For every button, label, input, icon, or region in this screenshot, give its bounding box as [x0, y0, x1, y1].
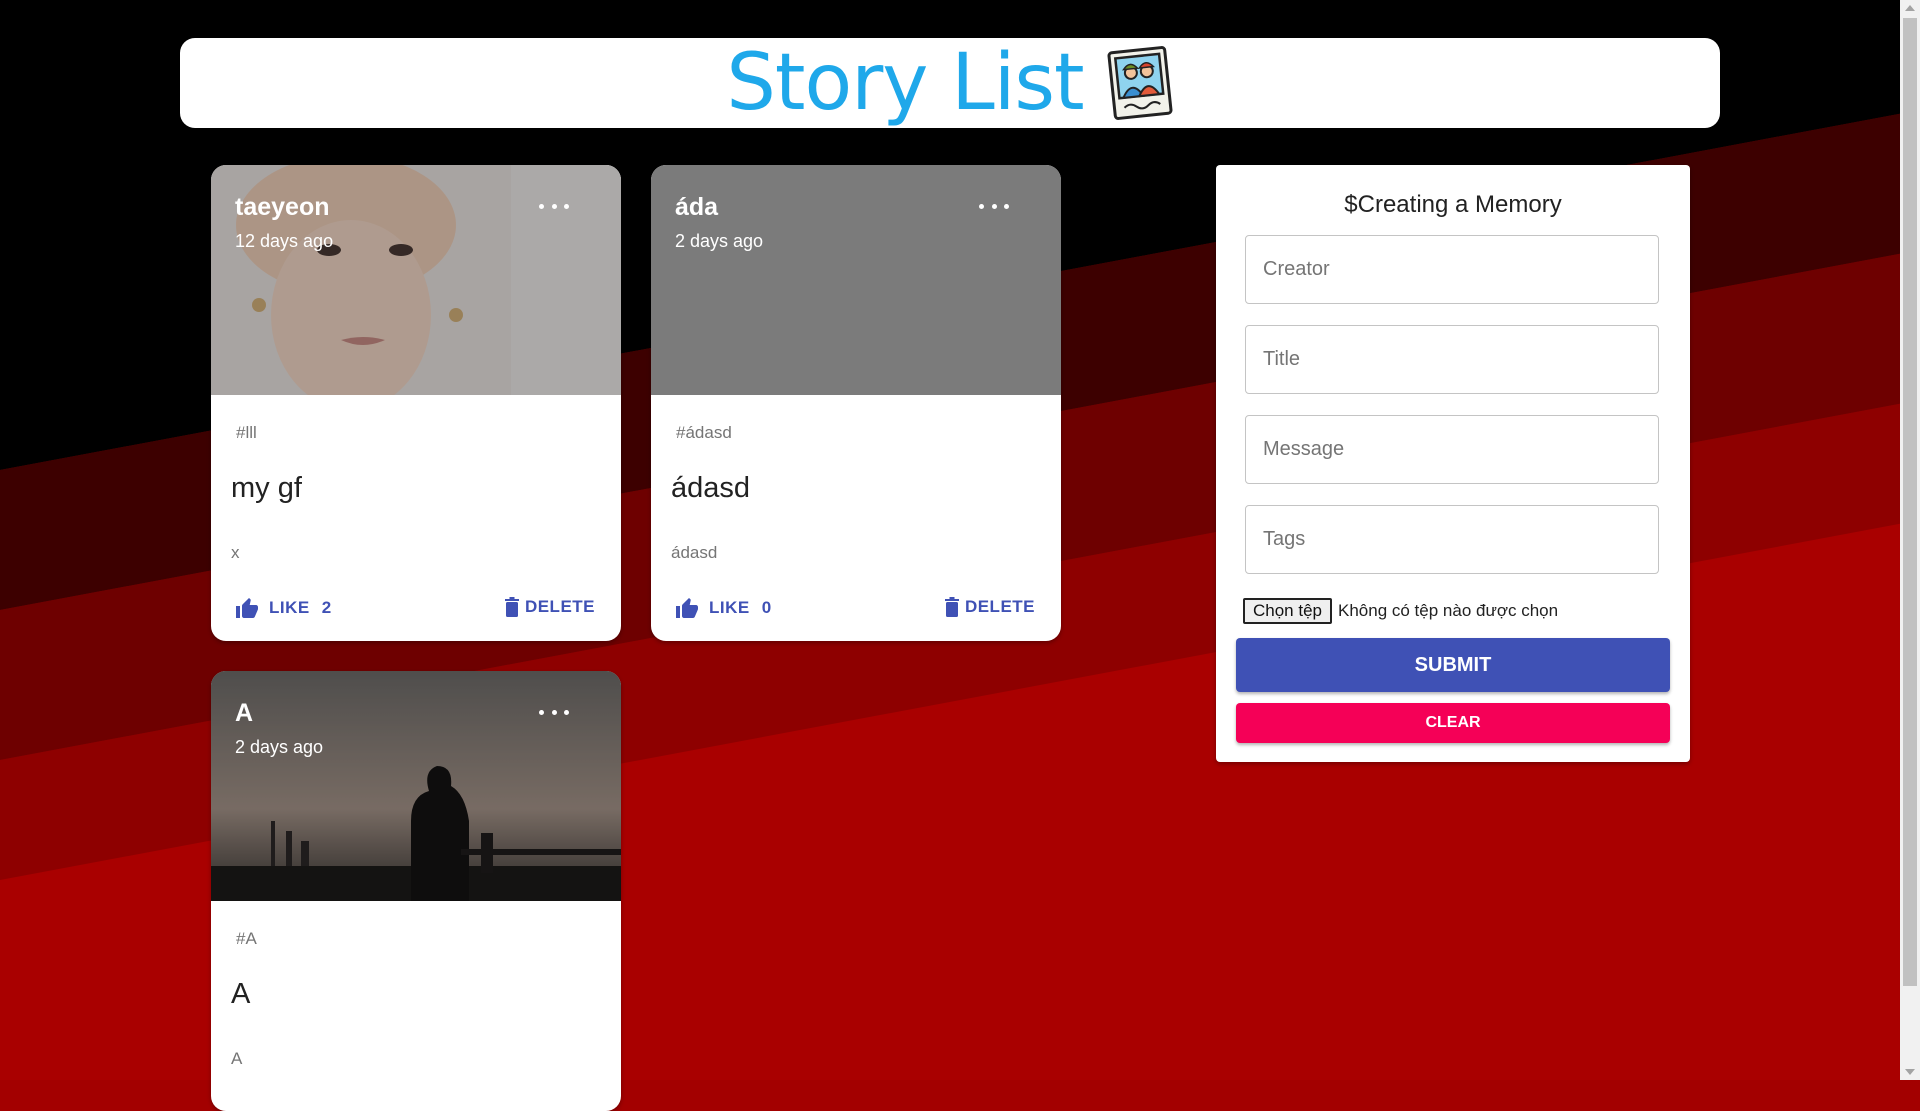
post-tags: #lll [236, 423, 257, 442]
more-options-icon[interactable] [539, 703, 569, 721]
message-input[interactable] [1245, 415, 1659, 484]
creator-input[interactable] [1245, 235, 1659, 304]
post-image: A 2 days ago [211, 671, 621, 901]
scroll-thumb[interactable] [1903, 18, 1917, 986]
app-header: Story List [180, 38, 1720, 128]
delete-button[interactable]: DELETE [504, 597, 595, 617]
more-options-icon[interactable] [539, 197, 569, 215]
thumb-up-icon [236, 598, 258, 618]
thumb-up-icon [676, 598, 698, 618]
scroll-up-arrow-icon[interactable] [1905, 5, 1915, 11]
post-creator: áda [675, 193, 719, 221]
post-time: 2 days ago [675, 231, 764, 251]
like-count: 2 [321, 598, 332, 617]
photo-frame-icon [1107, 46, 1173, 120]
post-time: 2 days ago [235, 737, 324, 757]
post-card: áda 2 days ago #ádasd ádasd ádasd LIKE 0… [651, 165, 1061, 641]
clear-button[interactable]: CLEAR [1236, 703, 1670, 743]
post-tags: #A [236, 929, 257, 948]
post-title: my gf [231, 472, 302, 504]
post-message: ádasd [671, 543, 718, 562]
file-picker: Chọn tệp Không có tệp nào được chọn [1243, 598, 1558, 624]
delete-label: DELETE [524, 597, 595, 616]
trash-icon [944, 597, 959, 617]
post-image: taeyeon 12 days ago [211, 165, 621, 395]
post-card: taeyeon 12 days ago #lll my gf x LIKE 2 … [211, 165, 621, 641]
like-button[interactable]: LIKE 2 [235, 597, 332, 619]
delete-button[interactable]: DELETE [944, 597, 1035, 617]
choose-file-button[interactable]: Chọn tệp [1243, 598, 1332, 624]
post-image: áda 2 days ago [651, 165, 1061, 395]
trash-icon [504, 597, 519, 617]
like-button[interactable]: LIKE 0 [675, 597, 772, 619]
scroll-down-arrow-icon[interactable] [1905, 1069, 1915, 1075]
file-status: Không có tệp nào được chọn [1338, 601, 1559, 620]
page-scrollbar[interactable] [1900, 0, 1920, 1080]
like-count: 0 [761, 598, 772, 617]
more-options-icon[interactable] [979, 197, 1009, 215]
post-message: x [231, 543, 240, 562]
form-title: $Creating a Memory [1344, 191, 1562, 218]
title-input[interactable] [1245, 325, 1659, 394]
post-time: 12 days ago [235, 231, 334, 251]
submit-button[interactable]: SUBMIT [1236, 638, 1670, 692]
page-title: Story List [726, 38, 1084, 128]
post-creator: A [235, 699, 254, 727]
post-tags: #ádasd [676, 423, 732, 442]
post-message: A [231, 1049, 243, 1068]
post-title: A [231, 978, 251, 1010]
memory-form: $Creating a Memory Chọn tệp Không có tệp… [1216, 165, 1690, 762]
like-label: LIKE [269, 598, 310, 617]
tags-input[interactable] [1245, 505, 1659, 574]
post-card: A 2 days ago #A A A [211, 671, 621, 1111]
post-creator: taeyeon [235, 193, 330, 221]
like-label: LIKE [709, 598, 750, 617]
delete-label: DELETE [964, 597, 1035, 616]
post-title: ádasd [671, 472, 751, 504]
